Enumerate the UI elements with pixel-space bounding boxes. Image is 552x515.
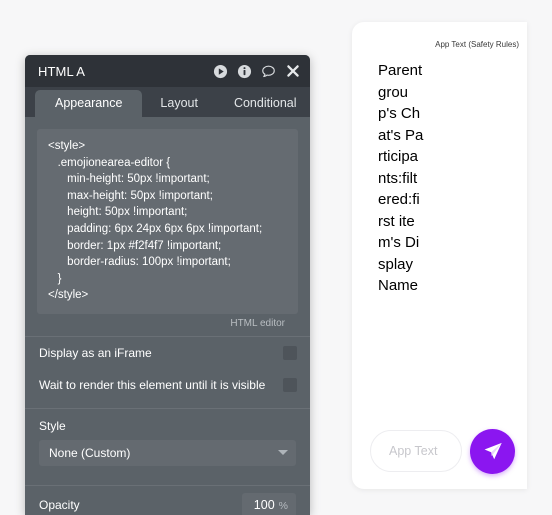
titlebar-actions	[213, 64, 300, 79]
option-label: Wait to render this element until it is …	[39, 377, 266, 392]
play-icon[interactable]	[213, 64, 228, 79]
opacity-unit: %	[278, 499, 288, 512]
opacity-label: Opacity	[39, 497, 80, 512]
send-icon	[484, 442, 502, 460]
style-dropdown[interactable]: None (Custom)	[39, 439, 296, 466]
code-editor-textarea[interactable]: <style> .emojionearea-editor { min-heigh…	[37, 129, 298, 314]
html-element-editor-panel: HTML A Appearance Layout Conditional <st…	[25, 55, 310, 515]
preview-element-label: App Text (Safety Rules)	[435, 40, 519, 49]
message-input[interactable]: App Text	[370, 430, 462, 472]
tab-layout[interactable]: Layout	[142, 90, 216, 117]
option-label: Display as an iFrame	[39, 345, 152, 360]
wait-to-render-checkbox[interactable]	[283, 377, 297, 392]
appearance-tab-content: <style> .emojionearea-editor { min-heigh…	[25, 117, 310, 515]
opacity-field: Opacity 100 %	[25, 486, 310, 515]
code-editor-caption: HTML editor	[230, 317, 285, 329]
option-wait-to-render[interactable]: Wait to render this element until it is …	[25, 369, 310, 401]
opacity-input[interactable]: 100 %	[242, 492, 296, 515]
page-title: HTML A	[38, 63, 86, 79]
send-button[interactable]	[470, 428, 515, 474]
editor-tab-strip: Appearance Layout Conditional	[25, 87, 310, 117]
style-dropdown-value: None (Custom)	[49, 445, 131, 460]
editor-titlebar: HTML A	[25, 55, 310, 87]
close-icon[interactable]	[285, 64, 300, 79]
option-display-as-iframe[interactable]: Display as an iFrame	[25, 337, 310, 369]
style-field: Style None (Custom)	[25, 409, 310, 478]
opacity-value: 100	[253, 497, 275, 512]
message-composer: App Text	[352, 421, 527, 481]
comment-icon[interactable]	[261, 64, 276, 79]
preview-dynamic-text: Parent group's Chat's Participants:filte…	[378, 62, 424, 294]
app-preview-panel: App Text (Safety Rules) Parent group's C…	[352, 22, 527, 489]
tab-conditional[interactable]: Conditional	[216, 90, 310, 117]
chevron-down-icon	[278, 450, 288, 456]
info-icon[interactable]	[237, 64, 252, 79]
message-input-placeholder: App Text	[389, 444, 438, 458]
style-label: Style	[39, 418, 66, 433]
iframe-checkbox[interactable]	[283, 345, 297, 360]
tab-appearance[interactable]: Appearance	[35, 90, 143, 117]
html-editor-field: <style> .emojionearea-editor { min-heigh…	[25, 117, 310, 329]
